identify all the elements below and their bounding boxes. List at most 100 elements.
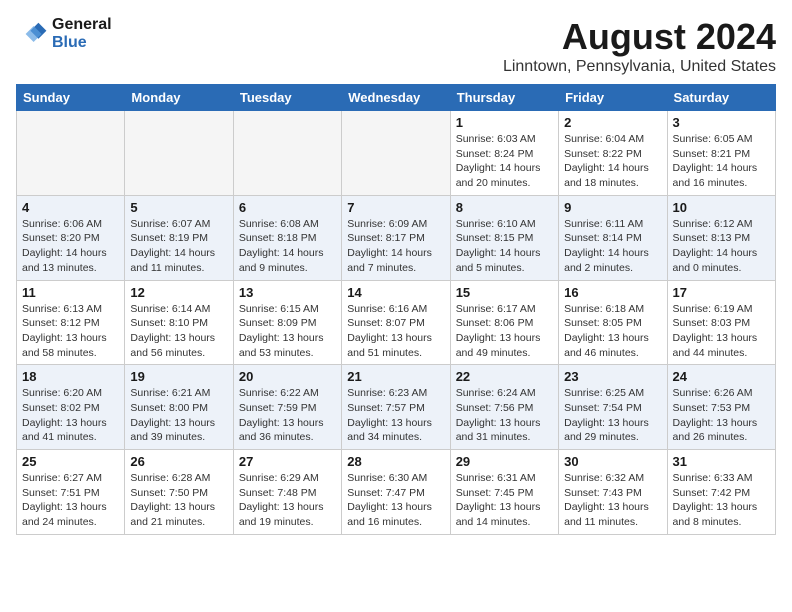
day-number: 11	[22, 285, 119, 300]
calendar-day-cell	[233, 111, 341, 196]
day-number: 27	[239, 454, 336, 469]
calendar-day-cell: 15 Sunrise: 6:17 AMSunset: 8:06 PMDayligh…	[450, 280, 558, 365]
calendar-day-cell: 29 Sunrise: 6:31 AMSunset: 7:45 PMDayligh…	[450, 450, 558, 535]
day-info: Sunrise: 6:30 AMSunset: 7:47 PMDaylight:…	[347, 471, 444, 530]
page-title: August 2024	[503, 16, 776, 58]
day-number: 6	[239, 200, 336, 215]
calendar-day-cell: 28 Sunrise: 6:30 AMSunset: 7:47 PMDayligh…	[342, 450, 450, 535]
day-number: 26	[130, 454, 227, 469]
calendar-header-sunday: Sunday	[17, 85, 125, 111]
day-info: Sunrise: 6:07 AMSunset: 8:19 PMDaylight:…	[130, 217, 227, 276]
day-info: Sunrise: 6:29 AMSunset: 7:48 PMDaylight:…	[239, 471, 336, 530]
calendar-header-tuesday: Tuesday	[233, 85, 341, 111]
day-number: 19	[130, 369, 227, 384]
day-number: 17	[673, 285, 770, 300]
day-info: Sunrise: 6:18 AMSunset: 8:05 PMDaylight:…	[564, 302, 661, 361]
day-number: 10	[673, 200, 770, 215]
day-number: 15	[456, 285, 553, 300]
day-info: Sunrise: 6:12 AMSunset: 8:13 PMDaylight:…	[673, 217, 770, 276]
calendar-header-friday: Friday	[559, 85, 667, 111]
day-number: 23	[564, 369, 661, 384]
day-number: 31	[673, 454, 770, 469]
calendar-day-cell: 14 Sunrise: 6:16 AMSunset: 8:07 PMDayligh…	[342, 280, 450, 365]
calendar-day-cell: 5 Sunrise: 6:07 AMSunset: 8:19 PMDaylight…	[125, 195, 233, 280]
day-number: 2	[564, 115, 661, 130]
day-info: Sunrise: 6:03 AMSunset: 8:24 PMDaylight:…	[456, 132, 553, 191]
day-number: 28	[347, 454, 444, 469]
calendar-day-cell: 13Sunrise: 6:15 AMSunset: 8:09 PMDayligh…	[233, 280, 341, 365]
calendar-header-saturday: Saturday	[667, 85, 775, 111]
calendar-day-cell: 18Sunrise: 6:20 AMSunset: 8:02 PMDayligh…	[17, 365, 125, 450]
day-info: Sunrise: 6:14 AMSunset: 8:10 PMDaylight:…	[130, 302, 227, 361]
calendar-day-cell: 11 Sunrise: 6:13 AMSunset: 8:12 PMDayligh…	[17, 280, 125, 365]
calendar-day-cell	[342, 111, 450, 196]
day-info: Sunrise: 6:23 AMSunset: 7:57 PMDaylight:…	[347, 386, 444, 445]
calendar-header-thursday: Thursday	[450, 85, 558, 111]
calendar-day-cell: 24 Sunrise: 6:26 AMSunset: 7:53 PMDayligh…	[667, 365, 775, 450]
calendar-day-cell: 22 Sunrise: 6:24 AMSunset: 7:56 PMDayligh…	[450, 365, 558, 450]
calendar-week-row: 1 Sunrise: 6:03 AMSunset: 8:24 PMDaylight…	[17, 111, 776, 196]
day-info: Sunrise: 6:09 AMSunset: 8:17 PMDaylight:…	[347, 217, 444, 276]
calendar-day-cell: 1 Sunrise: 6:03 AMSunset: 8:24 PMDaylight…	[450, 111, 558, 196]
calendar-header-monday: Monday	[125, 85, 233, 111]
day-number: 5	[130, 200, 227, 215]
day-info: Sunrise: 6:25 AMSunset: 7:54 PMDaylight:…	[564, 386, 661, 445]
calendar-header-row: SundayMondayTuesdayWednesdayThursdayFrid…	[17, 85, 776, 111]
logo-icon	[16, 18, 48, 50]
logo: General Blue	[16, 16, 112, 52]
page-subtitle: Linntown, Pennsylvania, United States	[503, 58, 776, 76]
calendar-day-cell: 23 Sunrise: 6:25 AMSunset: 7:54 PMDayligh…	[559, 365, 667, 450]
calendar-day-cell: 20 Sunrise: 6:22 AMSunset: 7:59 PMDayligh…	[233, 365, 341, 450]
calendar-day-cell: 3Sunrise: 6:05 AMSunset: 8:21 PMDaylight…	[667, 111, 775, 196]
day-info: Sunrise: 6:27 AMSunset: 7:51 PMDaylight:…	[22, 471, 119, 530]
calendar-day-cell: 10 Sunrise: 6:12 AMSunset: 8:13 PMDayligh…	[667, 195, 775, 280]
day-number: 18	[22, 369, 119, 384]
calendar-day-cell: 21Sunrise: 6:23 AMSunset: 7:57 PMDayligh…	[342, 365, 450, 450]
day-number: 29	[456, 454, 553, 469]
calendar-day-cell: 27 Sunrise: 6:29 AMSunset: 7:48 PMDayligh…	[233, 450, 341, 535]
day-info: Sunrise: 6:06 AMSunset: 8:20 PMDaylight:…	[22, 217, 119, 276]
calendar-day-cell: 8 Sunrise: 6:10 AMSunset: 8:15 PMDaylight…	[450, 195, 558, 280]
day-number: 7	[347, 200, 444, 215]
day-number: 1	[456, 115, 553, 130]
calendar-day-cell: 7 Sunrise: 6:09 AMSunset: 8:17 PMDaylight…	[342, 195, 450, 280]
day-info: Sunrise: 6:33 AMSunset: 7:42 PMDaylight:…	[673, 471, 770, 530]
day-info: Sunrise: 6:17 AMSunset: 8:06 PMDaylight:…	[456, 302, 553, 361]
day-number: 8	[456, 200, 553, 215]
day-info: Sunrise: 6:10 AMSunset: 8:15 PMDaylight:…	[456, 217, 553, 276]
calendar-header-wednesday: Wednesday	[342, 85, 450, 111]
calendar-day-cell	[17, 111, 125, 196]
day-info: Sunrise: 6:13 AMSunset: 8:12 PMDaylight:…	[22, 302, 119, 361]
day-info: Sunrise: 6:24 AMSunset: 7:56 PMDaylight:…	[456, 386, 553, 445]
calendar-day-cell: 19 Sunrise: 6:21 AMSunset: 8:00 PMDayligh…	[125, 365, 233, 450]
day-number: 13	[239, 285, 336, 300]
day-number: 22	[456, 369, 553, 384]
day-info: Sunrise: 6:21 AMSunset: 8:00 PMDaylight:…	[130, 386, 227, 445]
day-info: Sunrise: 6:22 AMSunset: 7:59 PMDaylight:…	[239, 386, 336, 445]
calendar-table: SundayMondayTuesdayWednesdayThursdayFrid…	[16, 84, 776, 535]
calendar-day-cell: 4 Sunrise: 6:06 AMSunset: 8:20 PMDaylight…	[17, 195, 125, 280]
day-info: Sunrise: 6:32 AMSunset: 7:43 PMDaylight:…	[564, 471, 661, 530]
day-number: 4	[22, 200, 119, 215]
day-number: 25	[22, 454, 119, 469]
calendar-week-row: 11 Sunrise: 6:13 AMSunset: 8:12 PMDayligh…	[17, 280, 776, 365]
day-info: Sunrise: 6:08 AMSunset: 8:18 PMDaylight:…	[239, 217, 336, 276]
day-number: 3	[673, 115, 770, 130]
day-number: 20	[239, 369, 336, 384]
page-header: General Blue August 2024 Linntown, Penns…	[16, 16, 776, 76]
calendar-day-cell	[125, 111, 233, 196]
calendar-day-cell: 2 Sunrise: 6:04 AMSunset: 8:22 PMDaylight…	[559, 111, 667, 196]
day-number: 12	[130, 285, 227, 300]
calendar-day-cell: 31 Sunrise: 6:33 AMSunset: 7:42 PMDayligh…	[667, 450, 775, 535]
day-info: Sunrise: 6:26 AMSunset: 7:53 PMDaylight:…	[673, 386, 770, 445]
day-info: Sunrise: 6:11 AMSunset: 8:14 PMDaylight:…	[564, 217, 661, 276]
day-info: Sunrise: 6:04 AMSunset: 8:22 PMDaylight:…	[564, 132, 661, 191]
day-number: 30	[564, 454, 661, 469]
day-number: 14	[347, 285, 444, 300]
calendar-week-row: 18Sunrise: 6:20 AMSunset: 8:02 PMDayligh…	[17, 365, 776, 450]
day-info: Sunrise: 6:16 AMSunset: 8:07 PMDaylight:…	[347, 302, 444, 361]
day-info: Sunrise: 6:31 AMSunset: 7:45 PMDaylight:…	[456, 471, 553, 530]
calendar-day-cell: 30 Sunrise: 6:32 AMSunset: 7:43 PMDayligh…	[559, 450, 667, 535]
day-number: 24	[673, 369, 770, 384]
calendar-day-cell: 9Sunrise: 6:11 AMSunset: 8:14 PMDaylight…	[559, 195, 667, 280]
